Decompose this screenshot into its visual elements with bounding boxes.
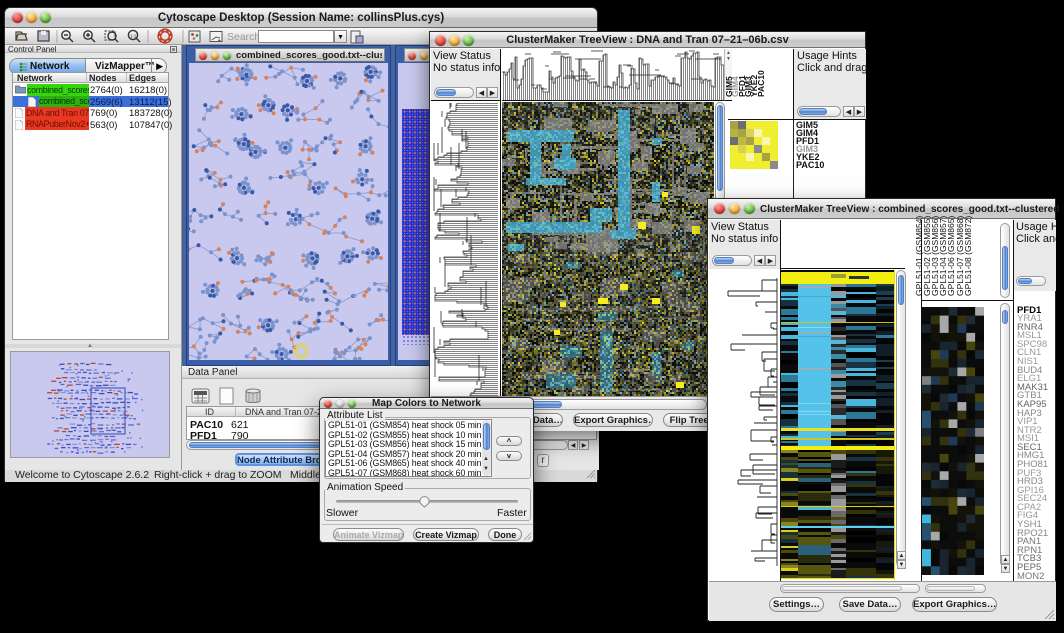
svg-text:1:1: 1:1 bbox=[130, 34, 137, 39]
